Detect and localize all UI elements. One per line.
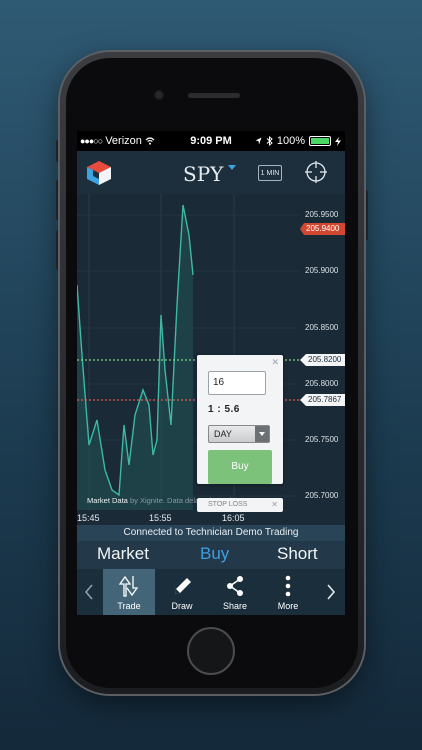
chevron-right-icon[interactable] — [325, 583, 337, 601]
app-header: SPY 1 MIN — [77, 151, 345, 195]
app-screen: ●●●○○ Verizon 9:09 PM 100% SPY 1 MIN 205… — [77, 131, 345, 615]
pencil-icon — [175, 578, 191, 594]
location-icon — [255, 137, 262, 144]
home-button[interactable] — [187, 627, 235, 675]
market-note-prefix: Market Data — [87, 496, 128, 505]
symbol-selector[interactable]: SPY — [183, 162, 223, 186]
bottom-toolbar: Trade Draw Share More — [77, 569, 345, 615]
buy-button[interactable]: Buy — [208, 450, 272, 484]
stop-loss-panel[interactable]: STOP LOSS ✕ — [197, 498, 283, 512]
share-icon — [227, 576, 243, 596]
trade-mode-short[interactable]: Short — [277, 544, 318, 564]
close-icon[interactable]: ✕ — [271, 498, 278, 512]
battery-icon — [309, 136, 331, 146]
status-bar: ●●●○○ Verizon 9:09 PM 100% — [77, 131, 345, 151]
earpiece-speaker — [188, 93, 240, 98]
connection-status: Connected to Technician Demo Trading — [77, 525, 345, 541]
time-axis-label: 15:45 — [77, 513, 100, 523]
close-icon[interactable]: ✕ — [271, 357, 279, 368]
tool-share[interactable]: Share — [209, 569, 261, 615]
trade-mode-market[interactable]: Market — [97, 544, 149, 564]
stop-price-tag[interactable]: 205.7867 — [300, 394, 345, 406]
order-price-tag[interactable]: 205.8200 — [300, 354, 345, 366]
stop-loss-label: STOP LOSS — [208, 501, 248, 508]
tool-more[interactable]: More — [262, 569, 314, 615]
risk-reward-ratio: 1 : 5.6 — [208, 404, 240, 415]
price-axis-label: 205.8500 — [305, 323, 339, 332]
more-icon — [285, 575, 291, 597]
order-panel: ✕ 16 1 : 5.6 DAY Buy — [197, 355, 283, 484]
battery-percent: 100% — [276, 135, 305, 147]
price-axis-label: 205.9000 — [305, 266, 339, 275]
chevron-left-icon[interactable] — [83, 583, 95, 601]
charging-icon — [335, 136, 341, 146]
tool-label: Draw — [171, 601, 193, 611]
trade-mode-buy[interactable]: Buy — [200, 544, 229, 564]
tool-trade[interactable]: Trade — [103, 569, 155, 615]
time-in-force-select[interactable]: DAY — [208, 425, 270, 443]
chevron-down-icon — [255, 426, 269, 442]
power-button — [364, 190, 368, 240]
interval-button[interactable]: 1 MIN — [258, 165, 282, 181]
price-axis-label: 205.7500 — [305, 435, 339, 444]
crosshair-icon[interactable] — [305, 161, 327, 183]
tool-draw[interactable]: Draw — [156, 569, 208, 615]
time-axis-label: 16:05 — [222, 513, 245, 523]
time-in-force-value: DAY — [214, 429, 232, 439]
trade-mode-bar: Market Buy Short — [77, 541, 345, 569]
price-axis-label: 205.8000 — [305, 379, 339, 388]
tool-label: Trade — [117, 601, 141, 611]
chevron-down-icon[interactable] — [228, 165, 236, 170]
tool-label: More — [277, 601, 299, 611]
time-axis-label: 15:55 — [149, 513, 172, 523]
bluetooth-icon — [266, 136, 273, 146]
front-camera — [154, 90, 164, 100]
price-axis-label: 205.7000 — [305, 491, 339, 500]
price-axis-label: 205.9500 — [305, 210, 339, 219]
current-price-tag: 205.9400 — [300, 223, 345, 235]
trade-icon — [119, 575, 139, 597]
technician-logo-icon[interactable] — [85, 159, 113, 187]
quantity-input[interactable]: 16 — [208, 371, 266, 395]
price-chart[interactable]: 205.9500 205.9400 205.9000 205.8500 205.… — [77, 195, 345, 525]
tool-label: Share — [222, 601, 248, 611]
price-area — [77, 205, 193, 510]
